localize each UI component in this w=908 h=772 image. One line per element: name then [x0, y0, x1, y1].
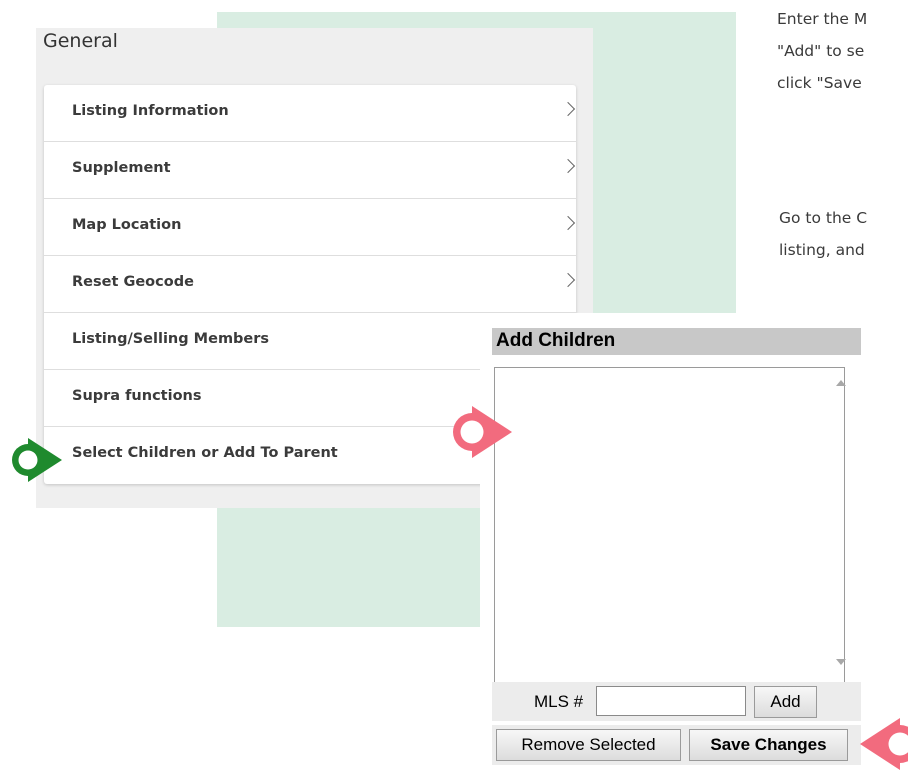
scroll-up-arrow-icon[interactable] [836, 380, 846, 386]
mls-entry-bar: MLS # Add [492, 682, 861, 721]
menu-item-supplement[interactable]: Supplement [44, 142, 576, 199]
pink-pointer-marker-icon [453, 406, 512, 458]
menu-item-listing-information[interactable]: Listing Information [44, 85, 576, 142]
dialog-title: Add Children [496, 330, 616, 351]
menu-item-map-location[interactable]: Map Location [44, 199, 576, 256]
chevron-right-icon [560, 215, 576, 231]
menu-item-label: Supra functions [72, 388, 202, 404]
instruction-line: click "Save [777, 74, 862, 92]
instruction-line: Go to the C [779, 209, 868, 227]
chevron-right-icon [560, 158, 576, 174]
menu-item-label: Listing Information [72, 103, 229, 119]
menu-item-label: Reset Geocode [72, 274, 194, 290]
instructions-top: Enter the M "Add" to se click "Save [777, 3, 908, 99]
instruction-line: Enter the M [777, 10, 868, 28]
green-pointer-marker-icon [12, 438, 62, 482]
menu-item-label: Listing/Selling Members [72, 331, 270, 347]
instructions-mid: Go to the C listing, and [779, 202, 908, 266]
general-title: General [43, 30, 118, 52]
instruction-line: "Add" to se [777, 42, 865, 60]
instruction-line: listing, and [779, 241, 865, 259]
menu-item-reset-geocode[interactable]: Reset Geocode [44, 256, 576, 313]
save-changes-button[interactable]: Save Changes [689, 729, 848, 761]
menu-item-label: Supplement [72, 160, 171, 176]
menu-item-label: Select Children or Add To Parent [72, 445, 338, 461]
scroll-down-arrow-icon[interactable] [836, 659, 846, 665]
remove-selected-button[interactable]: Remove Selected [496, 729, 681, 761]
menu-item-label: Map Location [72, 217, 182, 233]
chevron-right-icon [560, 272, 576, 288]
pink-pointer-marker-icon [860, 718, 908, 770]
dialog-header: Add Children [492, 328, 861, 355]
add-button[interactable]: Add [754, 686, 817, 718]
add-children-dialog: Add Children MLS # Add Remove Selected S… [480, 313, 863, 772]
children-listbox[interactable] [494, 367, 846, 683]
chevron-right-icon [560, 101, 576, 117]
mls-label: MLS # [534, 692, 584, 711]
mls-number-input[interactable] [596, 686, 746, 716]
dialog-actions: Remove Selected Save Changes [492, 725, 861, 765]
